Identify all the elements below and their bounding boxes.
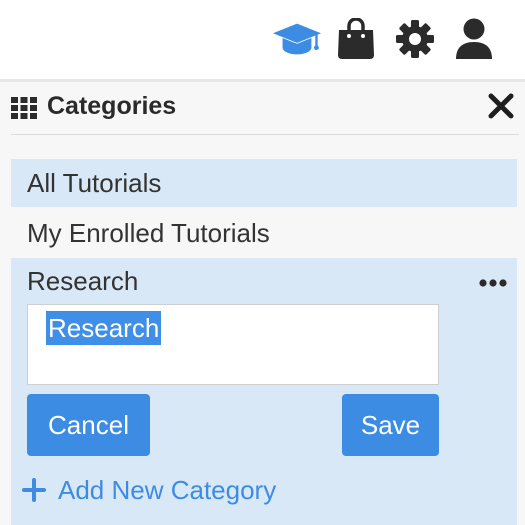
category-label: My Enrolled Tutorials [27, 218, 270, 248]
category-item-all-tutorials[interactable]: All Tutorials [11, 159, 517, 207]
category-label: All Tutorials [27, 168, 162, 198]
grid-icon [11, 97, 37, 119]
gear-icon[interactable] [390, 14, 440, 64]
category-name-input-value: Research [46, 311, 162, 345]
more-horizontal-icon[interactable] [479, 274, 507, 292]
graduation-cap-icon[interactable] [272, 14, 322, 64]
top-toolbar [0, 0, 525, 79]
cancel-button[interactable]: Cancel [27, 394, 150, 456]
panel-header: Categories [11, 82, 519, 135]
close-icon[interactable] [485, 90, 517, 122]
save-button[interactable]: Save [342, 394, 439, 456]
category-item-my-enrolled-tutorials[interactable]: My Enrolled Tutorials [11, 209, 517, 257]
panel-title: Categories [47, 92, 177, 120]
category-name-input[interactable]: Research [27, 304, 439, 385]
add-new-category-label: Add New Category [58, 474, 277, 505]
shopping-bag-icon[interactable] [331, 14, 381, 64]
categories-panel: Categories All Tutorials My Enrolled Tut… [0, 82, 525, 525]
categories-screen: Categories All Tutorials My Enrolled Tut… [0, 0, 525, 525]
user-icon[interactable] [449, 14, 499, 64]
category-label: Research [27, 266, 139, 296]
plus-icon [22, 478, 46, 502]
add-new-category-link[interactable]: Add New Category [22, 470, 276, 510]
